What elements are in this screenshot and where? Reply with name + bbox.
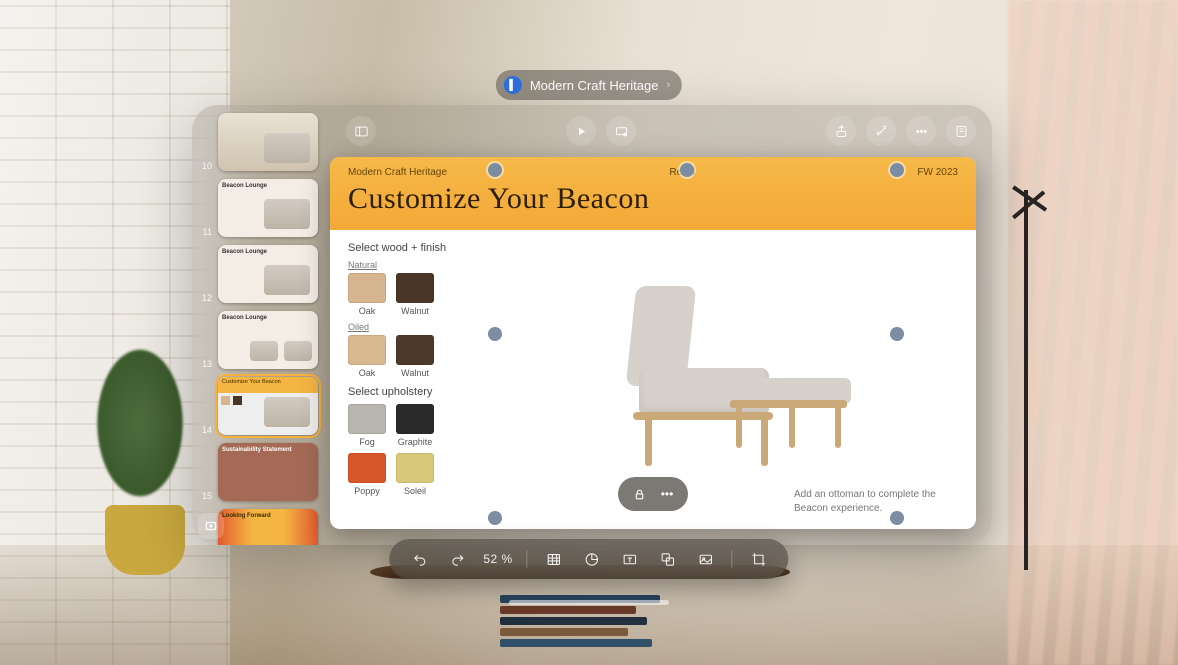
swatch-graphite[interactable]: Graphite [396, 404, 434, 447]
slide-number: 15 [198, 491, 212, 501]
document-title: Modern Craft Heritage [530, 78, 659, 93]
background-curtain [1008, 0, 1178, 665]
meta-center: Retail [669, 167, 695, 178]
top-toolbar [330, 105, 992, 157]
slide-thumb-10[interactable]: 10 [198, 113, 322, 171]
presentation-window: 10 11 Beacon Lounge 12 Beacon Lounge 13 … [192, 105, 992, 545]
insert-shape-button[interactable] [656, 547, 680, 571]
slide-number: 10 [198, 161, 212, 171]
meta-right: FW 2023 [917, 167, 958, 178]
divider [527, 550, 528, 568]
background-pot [105, 505, 185, 575]
window-title-pill[interactable]: ▌ Modern Craft Heritage › [496, 70, 682, 100]
insert-chart-button[interactable] [580, 547, 604, 571]
swatch-poppy[interactable]: Poppy [348, 453, 386, 496]
more-button[interactable] [906, 116, 936, 146]
slide-canvas[interactable]: Modern Craft Heritage Retail FW 2023 Cus… [330, 157, 976, 529]
insert-media-button[interactable] [694, 547, 718, 571]
slide-thumb-12[interactable]: 12 Beacon Lounge [198, 245, 322, 303]
swatch-fog[interactable]: Fog [348, 404, 386, 447]
thumb-title: Sustainability Statement [218, 443, 318, 457]
options-panel: Select wood + finish Natural Oak Walnut … [348, 240, 478, 502]
swatch-soleil[interactable]: Soleil [396, 453, 434, 496]
swatch-label: Oak [359, 306, 376, 316]
animate-button[interactable] [866, 116, 896, 146]
swatch-label: Poppy [354, 486, 380, 496]
add-slide-button[interactable] [198, 513, 224, 539]
group-oiled: Oiled [348, 322, 478, 332]
meta-left: Modern Craft Heritage [348, 167, 447, 178]
slide-number: 14 [198, 425, 212, 435]
home-indicator[interactable] [509, 600, 669, 605]
insert-text-button[interactable] [618, 547, 642, 571]
editor-main: Modern Craft Heritage Retail FW 2023 Cus… [330, 105, 992, 545]
hero-image[interactable] [494, 240, 958, 502]
object-actions-pill[interactable]: ••• [618, 477, 688, 511]
present-settings-button[interactable] [606, 116, 636, 146]
upholstery-section-title: Select upholstery [348, 386, 478, 398]
slide-thumb-15[interactable]: 15 Sustainability Statement [198, 443, 322, 501]
thumb-title: Beacon Lounge [218, 179, 318, 193]
thumb-title: Customize Your Beacon [218, 377, 318, 393]
slide-headline[interactable]: Customize Your Beacon [348, 182, 958, 216]
slide-caption[interactable]: Add an ottoman to complete the Beacon ex… [794, 488, 954, 515]
app-icon: ▌ [504, 76, 522, 94]
thumb-title: Beacon Lounge [218, 311, 318, 325]
group-natural: Natural [348, 260, 478, 270]
swatch-oak-natural[interactable]: Oak [348, 273, 386, 316]
share-button[interactable] [826, 116, 856, 146]
chair-illustration [611, 276, 841, 466]
object-more-icon[interactable]: ••• [656, 483, 678, 505]
background-coatrack [1024, 190, 1028, 570]
toggle-sidebar-button[interactable] [346, 116, 376, 146]
slide-navigator[interactable]: 10 11 Beacon Lounge 12 Beacon Lounge 13 … [192, 105, 330, 545]
thumb-title: Looking Forward [218, 509, 318, 523]
slide-body: Select wood + finish Natural Oak Walnut … [330, 230, 976, 516]
crop-button[interactable] [747, 547, 771, 571]
swatch-label: Graphite [398, 437, 433, 447]
slide-title-area[interactable]: Modern Craft Heritage Retail FW 2023 Cus… [330, 157, 976, 230]
slide-number: 12 [198, 293, 212, 303]
chevron-right-icon: › [666, 79, 670, 91]
swatch-walnut-natural[interactable]: Walnut [396, 273, 434, 316]
slide-thumb-11[interactable]: 11 Beacon Lounge [198, 179, 322, 237]
swatch-label: Walnut [401, 368, 429, 378]
swatch-label: Fog [359, 437, 375, 447]
redo-button[interactable] [445, 547, 469, 571]
wood-section-title: Select wood + finish [348, 242, 478, 254]
swatch-label: Soleil [404, 486, 426, 496]
slide-thumb-14[interactable]: 14 Customize Your Beacon [198, 377, 322, 435]
swatch-label: Walnut [401, 306, 429, 316]
play-button[interactable] [566, 116, 596, 146]
insert-table-button[interactable] [542, 547, 566, 571]
slide-number: 13 [198, 359, 212, 369]
zoom-level[interactable]: 52 % [483, 552, 512, 566]
slide-thumb-13[interactable]: 13 Beacon Lounge [198, 311, 322, 369]
format-toolbar: 52 % [389, 539, 788, 579]
swatch-label: Oak [359, 368, 376, 378]
undo-button[interactable] [407, 547, 431, 571]
slide-number: 11 [198, 227, 212, 237]
inspector-button[interactable] [946, 116, 976, 146]
thumb-title: Beacon Lounge [218, 245, 318, 259]
swatch-oak-oiled[interactable]: Oak [348, 335, 386, 378]
swatch-walnut-oiled[interactable]: Walnut [396, 335, 434, 378]
lock-icon[interactable] [628, 483, 650, 505]
divider [732, 550, 733, 568]
